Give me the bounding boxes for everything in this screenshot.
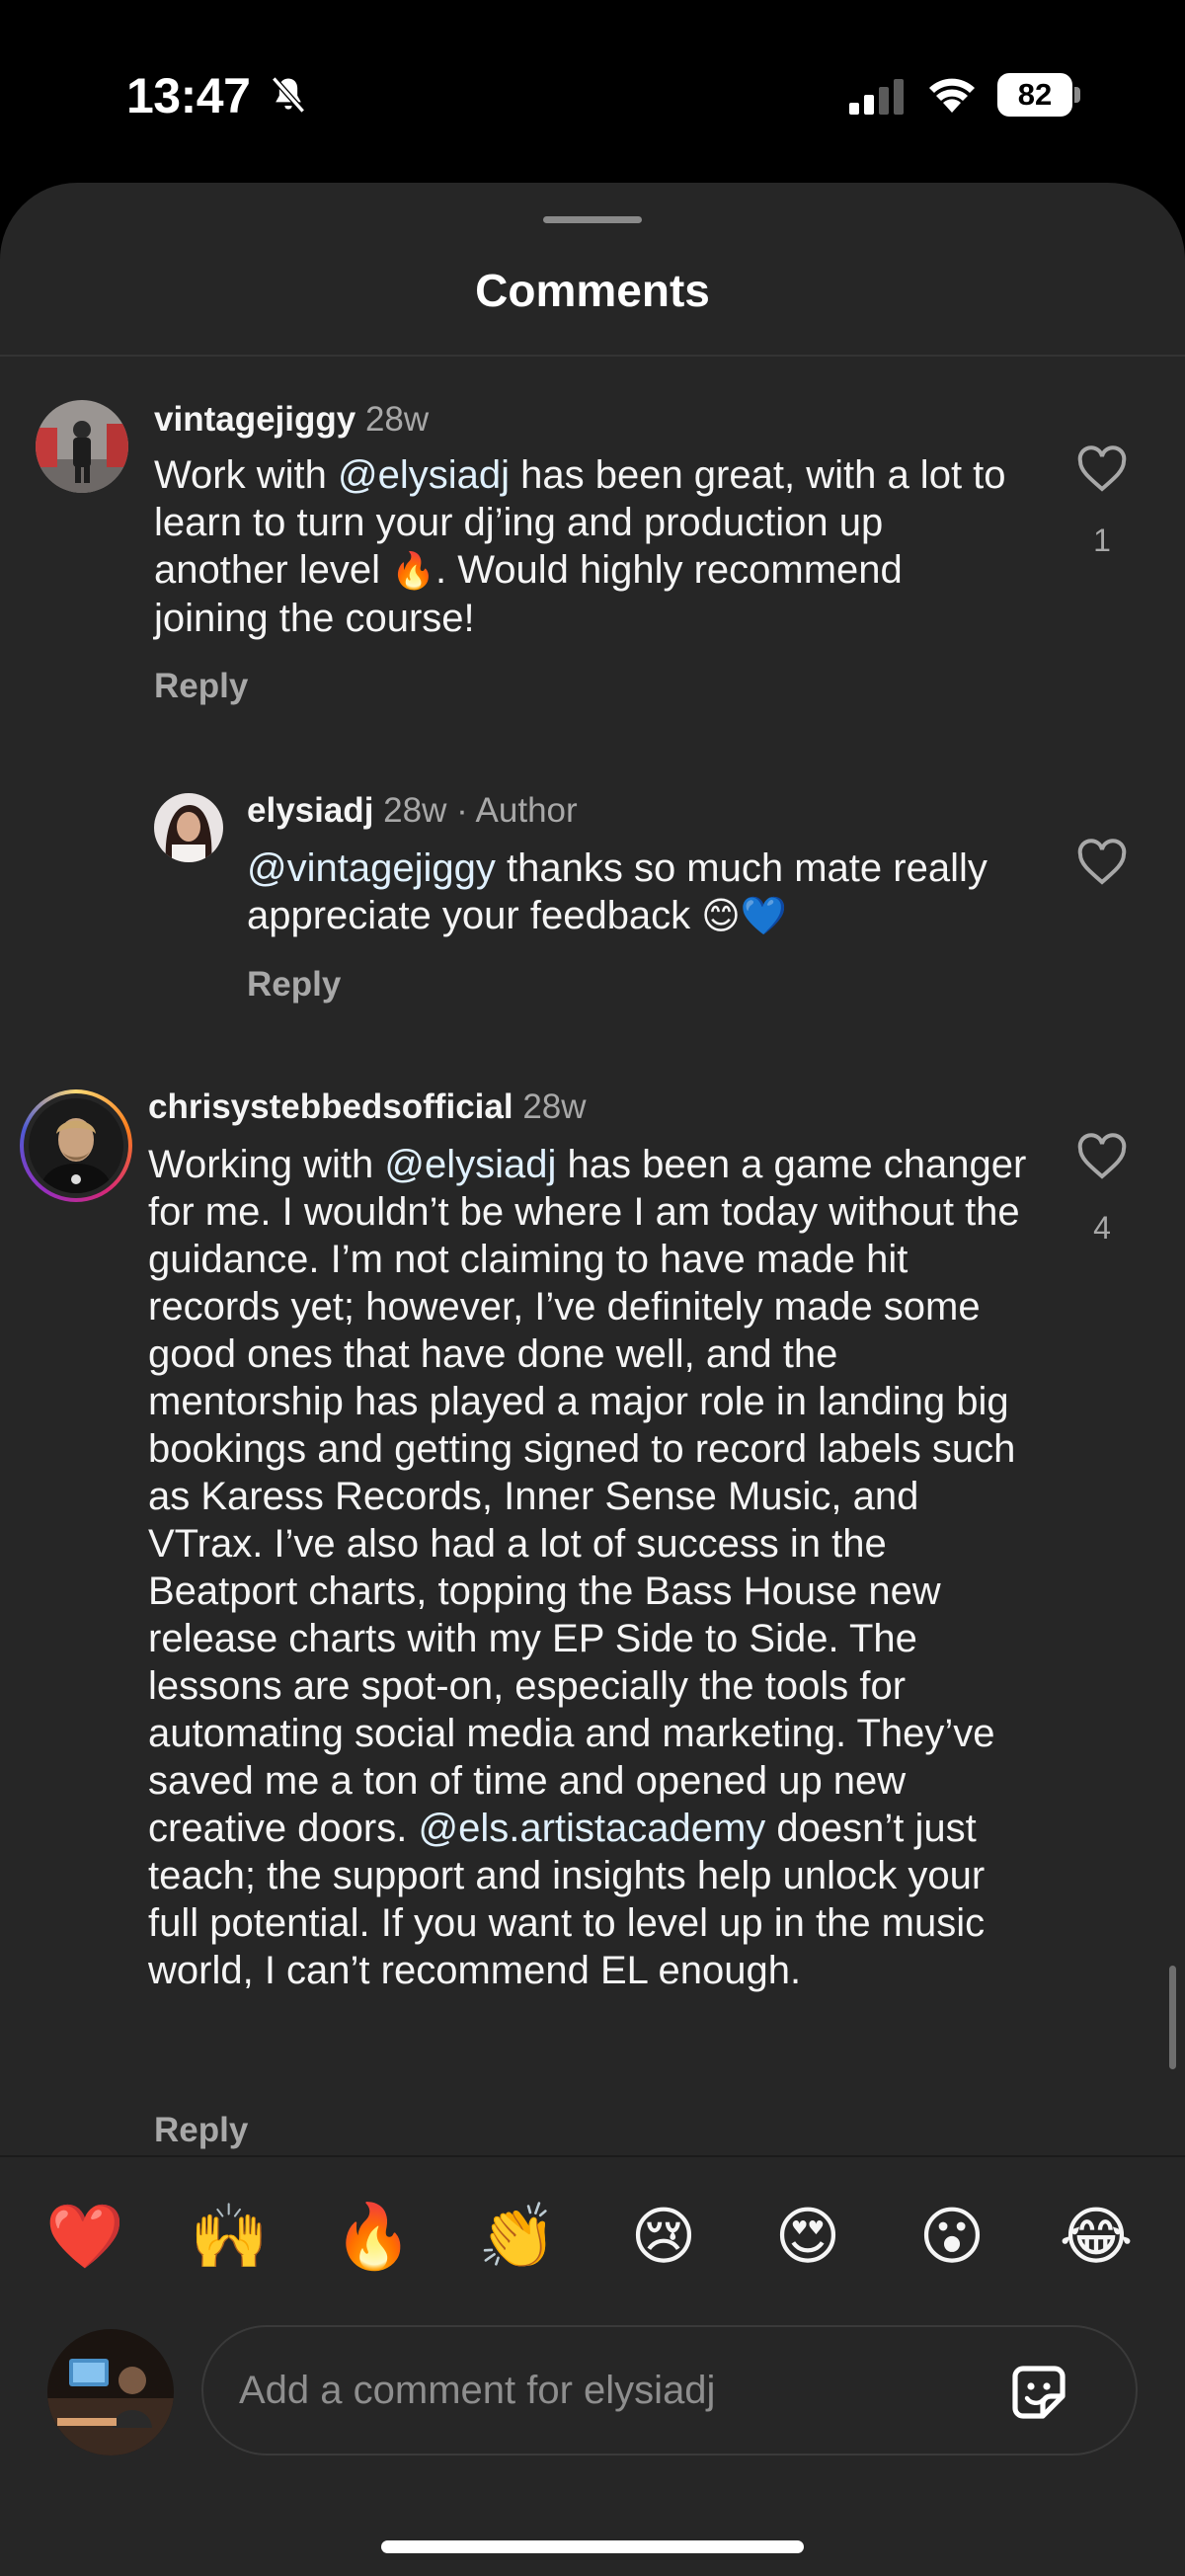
avatar-story-ring[interactable]: [20, 1089, 132, 1202]
emoji-fire[interactable]: 🔥: [334, 2197, 413, 2276]
comment-item: chrisystebbedsofficial 28w Working with …: [0, 183, 1185, 2158]
home-indicator: [381, 2540, 804, 2553]
comment-username[interactable]: chrisystebbedsofficial: [148, 1087, 514, 1126]
status-time: 13:47: [126, 68, 251, 123]
scrollbar[interactable]: [1169, 1966, 1176, 2069]
mention-link[interactable]: @els.artistacademy: [418, 1807, 765, 1850]
comment-composer: [0, 2313, 1185, 2576]
like-count: 4: [1093, 1210, 1111, 1246]
emoji-red-heart[interactable]: ❤️: [45, 2197, 124, 2276]
comment-age: 28w: [522, 1087, 587, 1126]
emoji-raised-hands[interactable]: 🙌: [190, 2197, 269, 2276]
comment-input-container[interactable]: [201, 2325, 1138, 2455]
emoji-reaction-bar: ❤️ 🙌 🔥 👏 😢 😍 😮 😂: [0, 2155, 1185, 2313]
emoji-crying[interactable]: 😢: [624, 2197, 703, 2276]
comment-input[interactable]: [239, 2327, 970, 2454]
emoji-clapping[interactable]: 👏: [478, 2197, 557, 2276]
status-bar: 13:47 82: [0, 0, 1185, 183]
comment-text: Working with @elysiadj has been a game c…: [148, 1143, 1027, 1992]
cellular-signal-icon: [849, 79, 904, 115]
avatar: [29, 1098, 123, 1193]
emoji-laughing[interactable]: 😂: [1057, 2197, 1136, 2276]
bell-slash-icon: [272, 76, 305, 114]
battery-level: 82: [997, 73, 1072, 117]
reply-button[interactable]: Reply: [154, 2111, 248, 2150]
emoji-heart-eyes[interactable]: 😍: [768, 2197, 847, 2276]
mention-link[interactable]: @elysiadj: [384, 1143, 556, 1186]
battery-icon: 82: [997, 73, 1080, 117]
current-user-avatar[interactable]: [47, 2329, 174, 2455]
heart-icon[interactable]: [1076, 1133, 1128, 1180]
emoji-surprised[interactable]: 😮: [912, 2197, 991, 2276]
sticker-icon[interactable]: [1003, 2357, 1074, 2428]
wifi-icon: [929, 78, 975, 113]
